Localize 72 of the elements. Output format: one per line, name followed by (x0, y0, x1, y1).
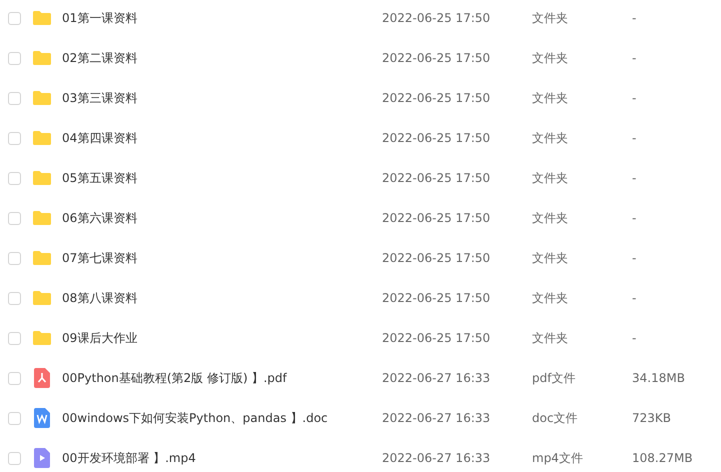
file-type: 文件夹 (532, 290, 569, 307)
file-size: - (632, 10, 636, 27)
file-size: - (632, 170, 636, 187)
modified-date: 2022-06-27 16:33 (382, 370, 492, 387)
file-type: 文件夹 (532, 170, 569, 187)
checkbox[interactable] (8, 452, 21, 464)
folder-icon (32, 90, 52, 106)
file-size: - (632, 210, 636, 227)
file-type: 文件夹 (532, 130, 569, 147)
checkbox[interactable] (8, 372, 21, 384)
folder-icon (32, 250, 52, 266)
folder-icon (32, 290, 52, 306)
checkbox[interactable] (8, 332, 21, 344)
file-type: 文件夹 (532, 250, 569, 267)
folder-icon (32, 210, 52, 226)
file-name[interactable]: 01第一课资料 (62, 9, 382, 27)
folder-icon (32, 130, 52, 146)
word-file-icon (34, 408, 50, 428)
folder-icon (32, 10, 52, 26)
modified-date: 2022-06-25 17:50 (382, 90, 492, 107)
pdf-file-icon (34, 368, 50, 388)
file-type: doc文件 (532, 410, 579, 427)
modified-date: 2022-06-25 17:50 (382, 130, 492, 147)
file-size: 34.18MB (632, 370, 685, 387)
file-size: 723KB (632, 410, 672, 427)
modified-date: 2022-06-25 17:50 (382, 10, 492, 27)
file-name[interactable]: 08第八课资料 (62, 289, 382, 307)
modified-date: 2022-06-25 17:50 (382, 50, 492, 67)
file-type: 文件夹 (532, 50, 569, 67)
modified-date: 2022-06-27 16:33 (382, 410, 492, 427)
file-name[interactable]: 03第三课资料 (62, 89, 382, 107)
video-file-icon (34, 448, 50, 468)
file-type: 文件夹 (532, 330, 569, 347)
file-type: 文件夹 (532, 90, 569, 107)
folder-icon (32, 50, 52, 66)
folder-icon (32, 170, 52, 186)
file-size: 108.27MB (632, 450, 693, 467)
file-name[interactable]: 06第六课资料 (62, 209, 382, 227)
modified-date: 2022-06-25 17:50 (382, 250, 492, 267)
file-size: - (632, 130, 636, 147)
modified-date: 2022-06-25 17:50 (382, 210, 492, 227)
modified-date: 2022-06-25 17:50 (382, 290, 492, 307)
file-type: pdf文件 (532, 370, 576, 387)
file-name[interactable]: 00windows下如何安装Python、pandas 】.doc (62, 409, 382, 427)
modified-date: 2022-06-27 16:33 (382, 450, 492, 467)
file-name[interactable]: 07第七课资料 (62, 249, 382, 267)
checkbox[interactable] (8, 412, 21, 424)
file-name[interactable]: 00Python基础教程(第2版 修订版) 】.pdf (62, 369, 382, 387)
checkbox[interactable] (8, 212, 21, 224)
file-name[interactable]: 05第五课资料 (62, 169, 382, 187)
file-type: 文件夹 (532, 10, 569, 27)
file-size: - (632, 250, 636, 267)
file-size: - (632, 90, 636, 107)
checkbox[interactable] (8, 12, 21, 24)
file-name[interactable]: 00开发环境部署 】.mp4 (62, 449, 382, 467)
modified-date: 2022-06-25 17:50 (382, 330, 492, 347)
file-size: - (632, 290, 636, 307)
checkbox[interactable] (8, 52, 21, 64)
checkbox[interactable] (8, 92, 21, 104)
folder-icon (32, 330, 52, 346)
checkbox[interactable] (8, 292, 21, 304)
checkbox[interactable] (8, 252, 21, 264)
file-type: mp4文件 (532, 450, 584, 467)
file-size: - (632, 50, 636, 67)
file-type: 文件夹 (532, 210, 569, 227)
file-size: - (632, 330, 636, 347)
file-name[interactable]: 04第四课资料 (62, 129, 382, 147)
modified-date: 2022-06-25 17:50 (382, 170, 492, 187)
file-name[interactable]: 02第二课资料 (62, 49, 382, 67)
checkbox[interactable] (8, 172, 21, 184)
file-name[interactable]: 09课后大作业 (62, 329, 382, 347)
checkbox[interactable] (8, 132, 21, 144)
